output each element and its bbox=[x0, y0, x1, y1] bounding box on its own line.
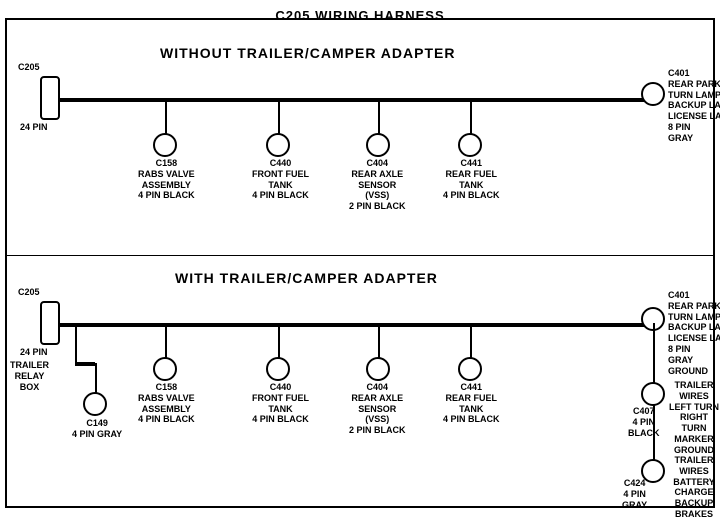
c407-label-s2: TRAILER WIRESLEFT TURNRIGHT TURNMARKERGR… bbox=[668, 380, 720, 456]
c158-label-s2: C158RABS VALVEASSEMBLY4 PIN BLACK bbox=[138, 382, 195, 425]
c158-vline-s1 bbox=[165, 99, 167, 134]
c441-vline-s1 bbox=[470, 99, 472, 134]
c158-label-s1: C158RABS VALVEASSEMBLY4 PIN BLACK bbox=[138, 158, 195, 201]
c205-pin-s1: 24 PIN bbox=[20, 122, 48, 133]
s2-main-hline bbox=[55, 323, 655, 327]
c205-label-top-s2: C205 bbox=[18, 287, 40, 298]
s1-main-hline bbox=[55, 98, 655, 102]
c205-rect-s2 bbox=[40, 301, 60, 345]
relay-vline bbox=[75, 324, 77, 364]
page-title: C205 WIRING HARNESS bbox=[0, 0, 720, 23]
c440-circle-s2 bbox=[266, 357, 290, 381]
c149-circle bbox=[83, 392, 107, 416]
c440-label-s1: C440FRONT FUELTANK4 PIN BLACK bbox=[252, 158, 309, 201]
c205-label-s1: C205 bbox=[18, 62, 40, 73]
c404-circle-s1 bbox=[366, 133, 390, 157]
c404-vline-s1 bbox=[378, 99, 380, 134]
c401-label-s2: C401REAR PARK/STOPTURN LAMPSBACKUP LAMPS… bbox=[668, 290, 720, 376]
c149-hline bbox=[75, 362, 95, 366]
section1-title: WITHOUT TRAILER/CAMPER ADAPTER bbox=[160, 45, 455, 61]
relay-label: TRAILERRELAYBOX bbox=[10, 360, 49, 392]
c401-label-s1: C401REAR PARK/STOPTURN LAMPSBACKUP LAMPS… bbox=[668, 68, 720, 144]
c441-label-s2: C441REAR FUELTANK4 PIN BLACK bbox=[443, 382, 500, 425]
c158-vline-s2 bbox=[165, 323, 167, 358]
c440-vline-s1 bbox=[278, 99, 280, 134]
c404-label-s2: C404REAR AXLESENSOR(VSS)2 PIN BLACK bbox=[349, 382, 406, 436]
c404-circle-s2 bbox=[366, 357, 390, 381]
c440-vline-s2 bbox=[278, 323, 280, 358]
c205-rect-s1 bbox=[40, 76, 60, 120]
c441-circle-s1 bbox=[458, 133, 482, 157]
c404-label-s1: C404REAR AXLESENSOR(VSS)2 PIN BLACK bbox=[349, 158, 406, 212]
section-divider bbox=[5, 255, 715, 256]
c441-label-s1: C441REAR FUELTANK4 PIN BLACK bbox=[443, 158, 500, 201]
c440-label-s2: C440FRONT FUELTANK4 PIN BLACK bbox=[252, 382, 309, 425]
diagram-area: C205 WIRING HARNESS WITHOUT TRAILER/CAMP… bbox=[0, 0, 720, 500]
c424-vline bbox=[653, 405, 655, 460]
c205-pin-s2: 24 PIN bbox=[20, 347, 48, 358]
c441-circle-s2 bbox=[458, 357, 482, 381]
c407-vline bbox=[653, 323, 655, 383]
c441-vline-s2 bbox=[470, 323, 472, 358]
c158-circle-s1 bbox=[153, 133, 177, 157]
c404-vline-s2 bbox=[378, 323, 380, 358]
c158-circle-s2 bbox=[153, 357, 177, 381]
c424-label-s2: TRAILER WIRESBATTERY CHARGEBACKUPBRAKES bbox=[668, 455, 720, 520]
section2-title: WITH TRAILER/CAMPER ADAPTER bbox=[175, 270, 438, 286]
c407-circle bbox=[641, 382, 665, 406]
c440-circle-s1 bbox=[266, 133, 290, 157]
c401-circle-s1 bbox=[641, 82, 665, 106]
c424-id: C4244 PINGRAY bbox=[622, 478, 647, 510]
c149-vline bbox=[95, 363, 97, 393]
c149-label: C1494 PIN GRAY bbox=[72, 418, 122, 440]
